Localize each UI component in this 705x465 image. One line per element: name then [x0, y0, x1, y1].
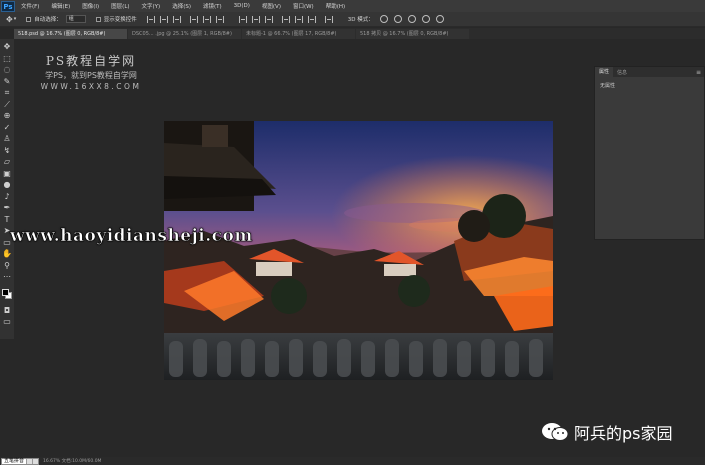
align-left-icon[interactable]: [189, 15, 198, 23]
brush-icon[interactable]: ✓: [2, 123, 12, 133]
document-tabs: 518.psd @ 16.7% (图层 0, RGB/8#) DSC05... …: [14, 28, 705, 39]
menu-edit[interactable]: 编辑(E): [45, 2, 76, 10]
tab-document-4[interactable]: 518 拷贝 @ 16.7% (图层 0, RGB/8#): [356, 29, 469, 39]
watermark: PS教程自学网 学PS，就到PS教程自学网 WWW.16XX8.COM: [36, 52, 146, 91]
move-icon[interactable]: ✥: [2, 42, 12, 52]
tab-document-3[interactable]: 未标题-1 @ 66.7% (图层 17, RGB/8#): [242, 29, 355, 39]
distribute-right-icon[interactable]: [307, 15, 316, 23]
move-tool-icon[interactable]: ✥: [6, 15, 13, 24]
mode-3d-label: 3D 模式：: [347, 17, 374, 23]
url-watermark: www.haoyidiansheji.com: [10, 226, 253, 247]
distribute-hcenter-icon[interactable]: [294, 15, 303, 23]
marquee-icon[interactable]: ⬚: [2, 54, 12, 64]
wechat-account-name: 阿兵的ps家园: [574, 424, 673, 443]
align-hcenter-icon[interactable]: [202, 15, 211, 23]
blur-icon[interactable]: ●: [2, 180, 12, 190]
chevron-down-icon[interactable]: ▾: [14, 16, 17, 22]
align-right-icon[interactable]: [215, 15, 224, 23]
tab-properties[interactable]: 属性: [595, 67, 614, 77]
status-bar: 五笔拼音 16.67% 文档:10.0M/60.0M: [0, 457, 705, 465]
menu-select[interactable]: 选择(S): [166, 2, 197, 10]
menu-help[interactable]: 帮助(H): [320, 2, 351, 10]
distribute-bottom-icon[interactable]: [264, 15, 273, 23]
crop-icon[interactable]: ⌗: [2, 88, 12, 98]
tools-panel: ✥ ⬚ ◌ ✎ ⌗ ⟋ ⊕ ✓ ♙ ↯ ▱ ▣ ● ♪ ✒ T ➤ ▭ ✋ ⚲ …: [0, 39, 14, 339]
menu-window[interactable]: 窗口(W): [287, 2, 320, 10]
zoom-readout: 16.67% 文档:10.0M/60.0M: [43, 459, 102, 464]
3d-pan-icon[interactable]: [407, 15, 416, 23]
zoom-icon[interactable]: ⚲: [2, 261, 12, 271]
auto-select-checkbox[interactable]: [26, 16, 32, 22]
properties-panel: 属性 信息 ≡ 无属性: [594, 66, 705, 240]
align-top-icon[interactable]: [146, 15, 155, 23]
quick-select-icon[interactable]: ✎: [2, 77, 12, 87]
3d-mode-buttons: [379, 15, 450, 23]
type-icon[interactable]: T: [2, 215, 12, 225]
auto-select-label: 自动选择：: [34, 17, 62, 23]
more-tools-icon[interactable]: ⋯: [2, 272, 12, 282]
eyedropper-icon[interactable]: ⟋: [2, 100, 12, 110]
auto-select-dropdown[interactable]: 组: [65, 15, 86, 23]
menu-filter[interactable]: 滤镜(T): [197, 2, 228, 10]
3d-rotate-icon[interactable]: [379, 15, 388, 23]
options-bar: ✥ ▾ 自动选择： 组 显示变换控件 3D 模式：: [0, 12, 705, 27]
distribute-top-icon[interactable]: [238, 15, 247, 23]
menu-image[interactable]: 图像(I): [76, 2, 105, 10]
ime-punct-icon[interactable]: [32, 458, 39, 464]
foreground-color-swatch[interactable]: [2, 288, 9, 296]
healing-brush-icon[interactable]: ⊕: [2, 111, 12, 121]
distribute-vcenter-icon[interactable]: [251, 15, 260, 23]
menu-view[interactable]: 视图(V): [256, 2, 287, 10]
align-bottom-icon[interactable]: [172, 15, 181, 23]
menu-file[interactable]: 文件(F): [15, 2, 45, 10]
canvas-photo: [164, 121, 553, 380]
menu-bar: Ps 文件(F) 编辑(E) 图像(I) 图层(L) 文字(Y) 选择(S) 滤…: [0, 0, 705, 12]
hand-icon[interactable]: ✋: [2, 249, 12, 259]
ime-indicator[interactable]: 五笔拼音: [1, 457, 40, 465]
wechat-icon: [542, 423, 569, 441]
history-brush-icon[interactable]: ↯: [2, 146, 12, 156]
show-transform-checkbox[interactable]: [95, 16, 101, 22]
show-transform-label: 显示变换控件: [103, 17, 137, 23]
tab-document-1[interactable]: 518.psd @ 16.7% (图层 0, RGB/8#): [14, 29, 127, 39]
ime-label: 五笔拼音: [2, 457, 27, 464]
distribute-buttons: [238, 15, 338, 23]
document-canvas[interactable]: [164, 121, 553, 380]
3d-scale-icon[interactable]: [435, 15, 444, 23]
watermark-title: PS教程自学网: [45, 54, 137, 68]
3d-roll-icon[interactable]: [393, 15, 402, 23]
screen-mode-icon[interactable]: ▭: [2, 317, 12, 327]
clone-stamp-icon[interactable]: ♙: [2, 134, 12, 144]
panel-tabs: 属性 信息 ≡: [595, 67, 704, 77]
align-buttons: [146, 15, 229, 23]
tab-info[interactable]: 信息: [613, 69, 631, 76]
align-vcenter-icon[interactable]: [159, 15, 168, 23]
menu-type[interactable]: 文字(Y): [136, 2, 167, 10]
quick-mask-icon[interactable]: ◘: [2, 306, 12, 316]
watermark-subtitle: 学PS，就到PS教程自学网: [45, 71, 137, 80]
tab-document-2[interactable]: DSC05... .jpg @ 25.1% (图层 1, RGB/8#): [128, 29, 241, 39]
dodge-icon[interactable]: ♪: [2, 192, 12, 202]
eraser-icon[interactable]: ▱: [2, 157, 12, 167]
ps-logo-icon: Ps: [1, 0, 15, 12]
auto-align-icon[interactable]: [324, 15, 333, 23]
watermark-url: WWW.16XX8.COM: [40, 82, 142, 91]
panel-body: 无属性: [600, 83, 616, 89]
menu-3d[interactable]: 3D(D): [228, 3, 256, 9]
menu-layer[interactable]: 图层(L): [105, 2, 135, 10]
lasso-icon[interactable]: ◌: [2, 65, 12, 75]
color-swatches: [1, 288, 13, 300]
wechat-watermark: 阿兵的ps家园: [541, 420, 673, 444]
distribute-left-icon[interactable]: [281, 15, 290, 23]
3d-slide-icon[interactable]: [421, 15, 430, 23]
gradient-icon[interactable]: ▣: [2, 169, 12, 179]
pen-icon[interactable]: ✒: [2, 203, 12, 213]
panel-menu-icon[interactable]: ≡: [696, 69, 701, 76]
